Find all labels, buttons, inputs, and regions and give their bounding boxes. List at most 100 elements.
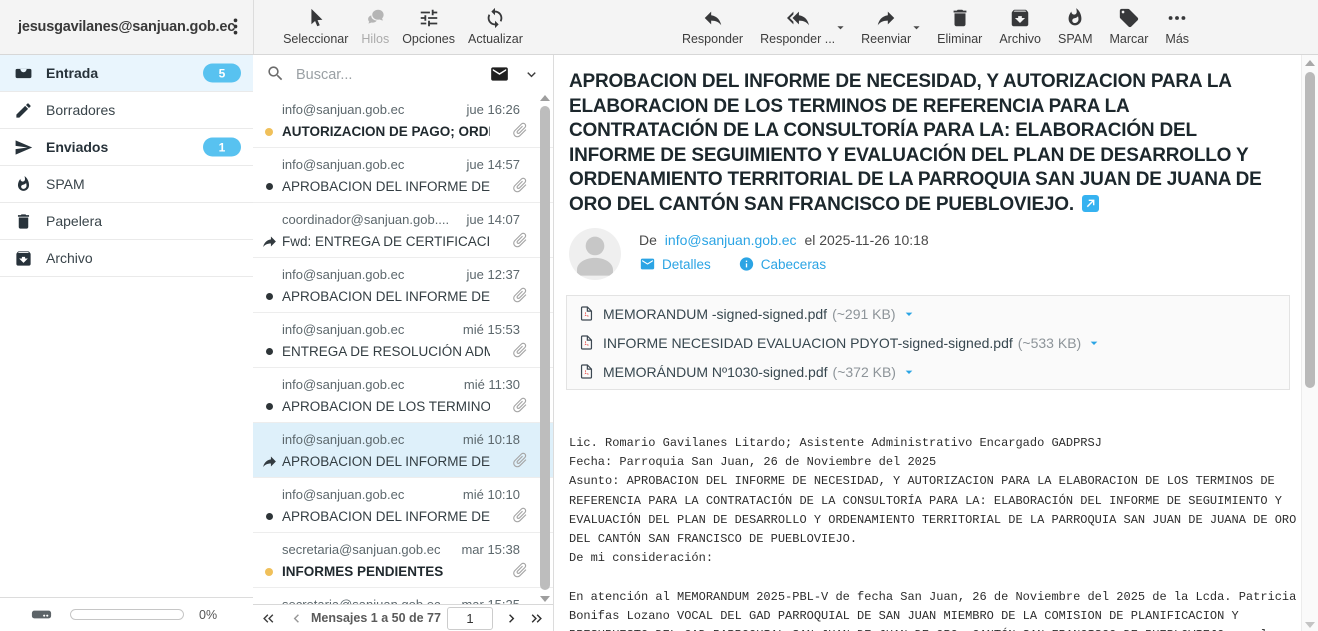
- folder-label: SPAM: [46, 176, 85, 192]
- caret-down-icon[interactable]: [1086, 335, 1102, 351]
- attachment-item[interactable]: MEMORÁNDUM Nº1030-signed.pdf (~372 KB): [567, 357, 1289, 386]
- caret-down-icon[interactable]: [909, 20, 924, 35]
- message-sender: info@sanjuan.gob.ec: [282, 487, 404, 502]
- message-row[interactable]: info@sanjuan.gob.ecmié 15:53ENTREGA DE R…: [253, 313, 553, 368]
- toolbar-label: Actualizar: [468, 32, 523, 46]
- toolbar-label: SPAM: [1058, 32, 1093, 46]
- attachment-item[interactable]: MEMORANDUM -signed-signed.pdf(~291 KB): [567, 299, 1289, 328]
- from-email-link[interactable]: info@sanjuan.gob.ec: [665, 232, 797, 248]
- sidebar-item-sent[interactable]: Enviados1: [0, 129, 253, 166]
- forward-icon: [261, 453, 278, 470]
- sidebar-item-trash[interactable]: Papelera: [0, 203, 253, 240]
- attachment-size: (~372 KB): [833, 364, 896, 380]
- chevron-down-icon[interactable]: [523, 66, 540, 83]
- cursor-icon: [305, 7, 327, 29]
- page-number-input[interactable]: [447, 607, 493, 630]
- envelope-icon: [639, 256, 656, 272]
- search-row: [253, 55, 553, 94]
- paperclip-icon: [507, 282, 532, 307]
- message-row[interactable]: secretaria@sanjuan.gob.ecmar 15:25: [253, 588, 553, 604]
- caret-down-icon[interactable]: [833, 20, 848, 35]
- body-line: Bonifas Lozano VOCAL DEL GAD PARROQUIAL …: [569, 607, 1318, 626]
- attachment-name[interactable]: MEMORANDUM -signed-signed.pdf: [603, 306, 827, 322]
- sidebar-item-drafts[interactable]: Borradores: [0, 92, 253, 129]
- toolbar-button-mark[interactable]: Marcar: [1110, 0, 1149, 46]
- reply-all-icon: [787, 7, 809, 29]
- toolbar-button-archive[interactable]: Archivo: [999, 0, 1041, 46]
- trash-icon: [14, 212, 33, 231]
- subject-line: ELABORACION DE LOS TERMINOS DE REFERENCI…: [569, 95, 1272, 120]
- attachments-box: MEMORANDUM -signed-signed.pdf(~291 KB) IN…: [566, 295, 1290, 390]
- last-page-icon[interactable]: [528, 610, 545, 627]
- pagination-label: Mensajes 1 a 50 de 77: [305, 611, 447, 625]
- search-icon: [266, 64, 285, 83]
- message-sender: info@sanjuan.gob.ec: [282, 432, 404, 447]
- caret-down-icon[interactable]: [901, 364, 917, 380]
- attachment-name[interactable]: INFORME NECESIDAD EVALUACION PDYOT-signe…: [603, 335, 1013, 351]
- quota-progress: [70, 609, 184, 620]
- sidebar-item-archive[interactable]: Archivo: [0, 240, 253, 277]
- pencil-icon: [14, 101, 33, 120]
- message-row[interactable]: coordinador@sanjuan.gob....jue 14:07Fwd:…: [253, 203, 553, 258]
- pagination-bar: Mensajes 1 a 50 de 77: [253, 604, 553, 631]
- kebab-menu-icon[interactable]: [225, 16, 246, 37]
- attachment-item[interactable]: INFORME NECESIDAD EVALUACION PDYOT-signe…: [567, 328, 1289, 357]
- sidebar-item-spam[interactable]: SPAM: [0, 166, 253, 203]
- list-scrollbar-thumb[interactable]: [540, 106, 550, 590]
- toolbar-button-reply[interactable]: Responder: [682, 0, 743, 46]
- paperclip-icon: [507, 502, 532, 527]
- open-in-new-window-icon[interactable]: [1082, 195, 1099, 212]
- message-row[interactable]: info@sanjuan.gob.ecmié 10:10APROBACION D…: [253, 478, 553, 533]
- paperclip-icon: [507, 172, 532, 197]
- unread-dot-icon: [259, 563, 279, 580]
- toolbar-button-more[interactable]: Más: [1165, 0, 1189, 46]
- message-row[interactable]: info@sanjuan.gob.ecjue 12:37APROBACION D…: [253, 258, 553, 313]
- read-dot-icon: [259, 508, 279, 525]
- message-date: mié 10:10: [463, 487, 520, 502]
- search-input[interactable]: [294, 60, 448, 89]
- toolbar-button-reply-all[interactable]: Responder ...: [760, 0, 835, 46]
- toolbar-label: Seleccionar: [283, 32, 348, 46]
- envelope-icon[interactable]: [489, 64, 510, 84]
- next-page-icon[interactable]: [503, 610, 520, 627]
- previous-page-icon[interactable]: [288, 610, 305, 627]
- headers-link[interactable]: Cabeceras: [738, 256, 826, 272]
- file-pdf-icon: [578, 304, 595, 323]
- first-page-icon[interactable]: [260, 610, 277, 627]
- sliders-icon: [418, 7, 440, 29]
- scroll-down-icon[interactable]: [540, 596, 550, 602]
- message-date: mié 11:30: [464, 377, 520, 392]
- sidebar-item-inbox[interactable]: Entrada5: [0, 55, 253, 92]
- toolbar-button-forward[interactable]: Reenviar: [861, 0, 911, 46]
- message-row[interactable]: info@sanjuan.gob.ecjue 14:57APROBACION D…: [253, 148, 553, 203]
- scroll-up-icon[interactable]: [540, 95, 550, 101]
- view-scrollbar-thumb[interactable]: [1305, 72, 1315, 388]
- toolbar-button-select[interactable]: Seleccionar: [283, 0, 348, 46]
- toolbar-button-delete[interactable]: Eliminar: [937, 0, 982, 46]
- list-scrollbar[interactable]: [538, 95, 552, 602]
- scroll-up-icon[interactable]: [1305, 60, 1315, 66]
- body-line: REFERENCIA PARA LA CONTRATACIÓN DE LA CO…: [569, 492, 1318, 511]
- body-line: En atención al MEMORANDUM 2025-PBL-V de …: [569, 588, 1318, 607]
- toolbar-button-refresh[interactable]: Actualizar: [468, 0, 523, 46]
- attachment-name[interactable]: MEMORÁNDUM Nº1030-signed.pdf: [603, 364, 828, 380]
- message-row[interactable]: info@sanjuan.gob.ecjue 16:26AUTORIZACION…: [253, 93, 553, 148]
- message-row[interactable]: secretaria@sanjuan.gob.ecmar 15:38INFORM…: [253, 533, 553, 588]
- message-subject: APROBACION DEL INFORME DE ...: [282, 289, 490, 304]
- toolbar-button-spam[interactable]: SPAM: [1058, 0, 1093, 46]
- body-line: EVALUACIÓN DEL PLAN DE DESARROLLO Y ORDE…: [569, 511, 1318, 530]
- message-date: jue 14:07: [467, 212, 521, 227]
- details-link[interactable]: Detalles: [639, 256, 711, 272]
- message-row[interactable]: info@sanjuan.gob.ecmié 10:18APROBACION D…: [253, 423, 553, 478]
- toolbar-label: Más: [1165, 32, 1189, 46]
- read-dot-icon: [259, 288, 279, 305]
- subject-line: ORDENAMIENTO TERRITORIAL DE LA PARROQUIA…: [569, 168, 1272, 193]
- forward-icon: [875, 7, 897, 29]
- view-scrollbar[interactable]: [1301, 55, 1318, 631]
- disk-icon: [30, 603, 53, 626]
- scroll-down-icon[interactable]: [1305, 622, 1315, 628]
- message-row[interactable]: info@sanjuan.gob.ecmié 11:30APROBACION D…: [253, 368, 553, 423]
- caret-down-icon[interactable]: [901, 306, 917, 322]
- toolbar-button-options[interactable]: Opciones: [402, 0, 455, 46]
- toolbar-label: Marcar: [1110, 32, 1149, 46]
